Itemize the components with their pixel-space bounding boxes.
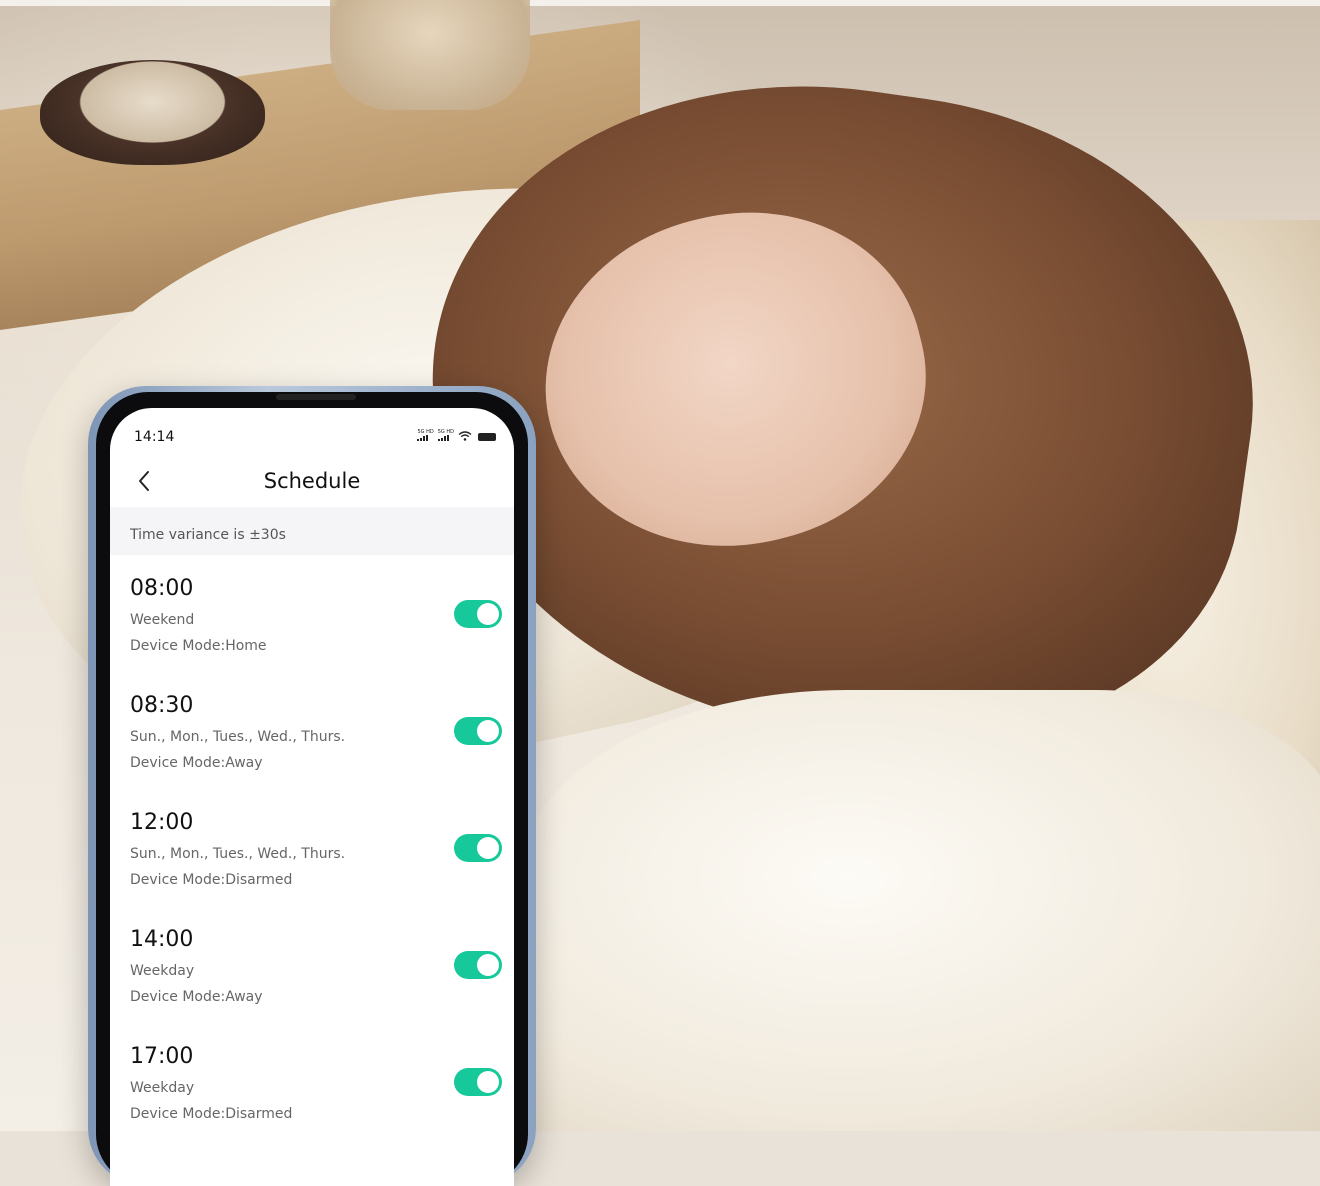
- schedule-time: 17:00: [130, 1044, 194, 1069]
- page-title: Schedule: [263, 469, 361, 493]
- schedule-item[interactable]: 14:00 Weekday Device Mode:Away: [110, 919, 514, 1036]
- phone-screen: 14:14 5G HD 5G HD Schedule Time variance…: [110, 408, 514, 1186]
- toggle-knob: [477, 954, 499, 976]
- app-header: Schedule: [110, 456, 514, 506]
- schedule-toggle[interactable]: [454, 1068, 502, 1096]
- phone-bezel: 14:14 5G HD 5G HD Schedule Time variance…: [96, 392, 528, 1186]
- toggle-knob: [477, 837, 499, 859]
- toggle-knob: [477, 720, 499, 742]
- top-border: [0, 0, 1320, 6]
- schedule-toggle[interactable]: [454, 834, 502, 862]
- schedule-toggle[interactable]: [454, 951, 502, 979]
- decor-bowl: [40, 60, 265, 165]
- schedule-days: Weekend: [130, 612, 195, 628]
- phone-mockup: 14:14 5G HD 5G HD Schedule Time variance…: [88, 386, 536, 1186]
- schedule-days: Weekday: [130, 1080, 195, 1096]
- decor-vase: [330, 0, 530, 110]
- schedule-item[interactable]: 17:00 Weekday Device Mode:Disarmed: [110, 1036, 514, 1153]
- toggle-knob: [477, 603, 499, 625]
- signal-icon: 5G HD: [417, 430, 434, 441]
- schedule-item[interactable]: 08:30 Sun., Mon., Tues., Wed., Thurs. De…: [110, 685, 514, 802]
- phone-speaker: [276, 394, 356, 400]
- schedule-time: 12:00: [130, 810, 194, 835]
- status-bar: 14:14 5G HD 5G HD: [110, 408, 514, 448]
- schedule-toggle[interactable]: [454, 717, 502, 745]
- schedule-mode: Device Mode:Away: [130, 755, 263, 771]
- schedule-mode: Device Mode:Away: [130, 989, 263, 1005]
- toggle-knob: [477, 1071, 499, 1093]
- schedule-list: 08:00 Weekend Device Mode:Home 08:30 Sun…: [110, 568, 514, 1153]
- schedule-time: 08:00: [130, 576, 194, 601]
- schedule-days: Sun., Mon., Tues., Wed., Thurs.: [130, 846, 346, 862]
- schedule-mode: Device Mode:Home: [130, 638, 267, 654]
- schedule-toggle[interactable]: [454, 600, 502, 628]
- time-variance-notice: Time variance is ±30s: [110, 507, 514, 555]
- duvet: [520, 690, 1320, 1131]
- status-time: 14:14: [134, 429, 175, 445]
- schedule-item[interactable]: 08:00 Weekend Device Mode:Home: [110, 568, 514, 685]
- signal-icon: 5G HD: [437, 430, 454, 441]
- schedule-mode: Device Mode:Disarmed: [130, 1106, 293, 1122]
- schedule-item[interactable]: 12:00 Sun., Mon., Tues., Wed., Thurs. De…: [110, 802, 514, 919]
- schedule-time: 14:00: [130, 927, 194, 952]
- schedule-time: 08:30: [130, 693, 194, 718]
- schedule-mode: Device Mode:Disarmed: [130, 872, 293, 888]
- status-icons: 5G HD 5G HD: [417, 430, 496, 441]
- time-variance-text: Time variance is ±30s: [130, 527, 286, 543]
- battery-icon: [478, 433, 496, 441]
- schedule-days: Weekday: [130, 963, 195, 979]
- schedule-days: Sun., Mon., Tues., Wed., Thurs.: [130, 729, 346, 745]
- wifi-icon: [458, 431, 472, 441]
